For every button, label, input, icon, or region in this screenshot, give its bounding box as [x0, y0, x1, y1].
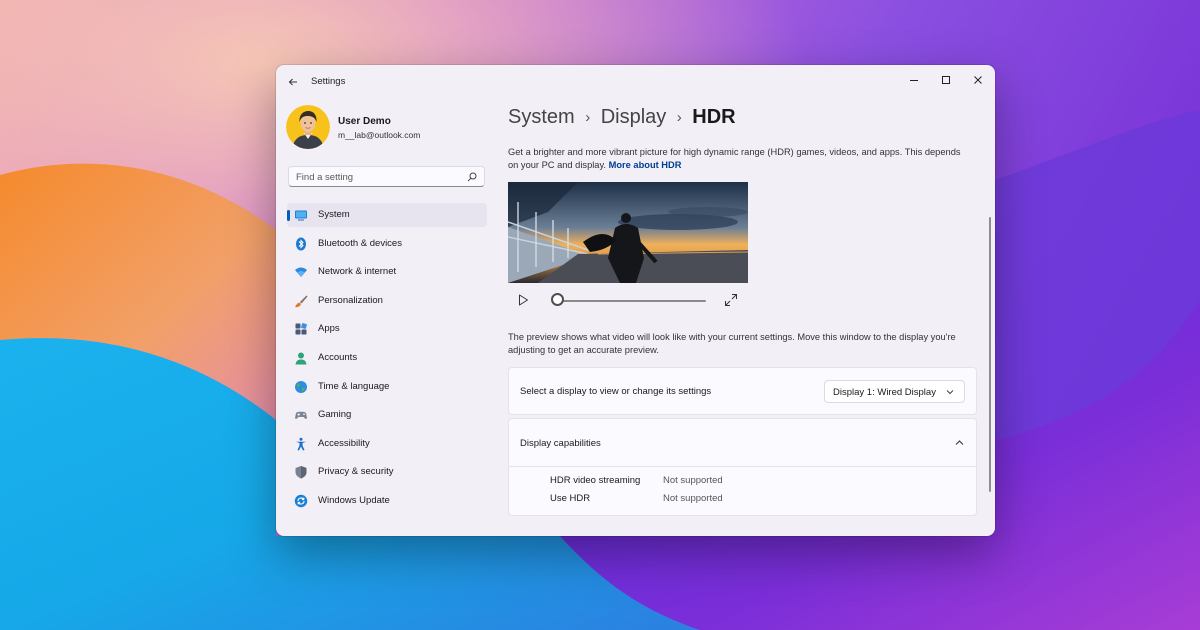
- globe-icon: [295, 380, 307, 393]
- chevron-right-icon: ›: [676, 109, 682, 126]
- bluetooth-icon: [296, 237, 306, 251]
- sidebar-nav: System Bluetooth & devices Network & int…: [287, 203, 487, 518]
- minimize-icon: [910, 80, 918, 81]
- user-avatar-icon: [286, 105, 330, 149]
- display-dropdown[interactable]: Display 1: Wired Display: [824, 380, 965, 403]
- scrollbar[interactable]: [989, 217, 991, 492]
- main-content: System › Display › HDR Get a brighter and mo…: [498, 99, 995, 536]
- sidebar-item-network[interactable]: Network & internet: [287, 260, 487, 284]
- app-title: Settings: [311, 76, 346, 87]
- seek-slider-thumb[interactable]: [551, 293, 564, 306]
- capability-name: HDR video streaming: [550, 475, 641, 486]
- breadcrumb: System › Display › HDR: [508, 106, 736, 136]
- accounts-icon: [295, 352, 307, 365]
- description-text: Get a brighter and more vibrant picture …: [508, 147, 961, 170]
- close-icon: [974, 76, 982, 84]
- search-input[interactable]: Find a setting: [288, 166, 485, 187]
- preview-note: The preview shows what video will look l…: [508, 332, 956, 355]
- chevron-right-icon: ›: [585, 109, 591, 126]
- page-description: Get a brighter and more vibrant picture …: [508, 146, 968, 172]
- capability-value: Not supported: [663, 493, 723, 504]
- sidebar-item-label: Privacy & security: [318, 466, 394, 478]
- system-icon: [295, 210, 307, 221]
- sidebar-item-system[interactable]: System: [287, 203, 487, 227]
- hdr-preview-video[interactable]: [508, 182, 748, 283]
- avatar[interactable]: [286, 105, 330, 149]
- sidebar-item-accounts[interactable]: Accounts: [287, 346, 487, 370]
- more-about-hdr-link[interactable]: More about HDR: [609, 160, 682, 170]
- sidebar-item-label: Time & language: [318, 380, 390, 392]
- sidebar-item-label: Apps: [318, 323, 340, 335]
- search-placeholder: Find a setting: [296, 172, 354, 183]
- sidebar-item-privacy-security[interactable]: Privacy & security: [287, 460, 487, 484]
- sidebar-item-label: Accessibility: [318, 437, 370, 449]
- back-button[interactable]: [284, 73, 302, 91]
- play-icon[interactable]: [516, 293, 530, 307]
- accessibility-icon: [296, 437, 306, 451]
- sidebar-item-label: Personalization: [318, 294, 383, 306]
- user-email: m__lab@outlook.com: [338, 130, 421, 140]
- sidebar: User Demo m__lab@outlook.com Find a sett…: [276, 99, 498, 536]
- fullscreen-icon[interactable]: [724, 293, 738, 307]
- user-name: User Demo: [338, 116, 391, 127]
- breadcrumb-display[interactable]: Display: [601, 106, 667, 128]
- chevron-up-icon: [955, 440, 964, 445]
- wifi-icon: [295, 267, 307, 278]
- shield-icon: [295, 466, 307, 479]
- sidebar-item-label: Accounts: [318, 351, 358, 363]
- sidebar-item-accessibility[interactable]: Accessibility: [287, 432, 487, 456]
- settings-window: Settings User Demo m__lab@outlook.com Fi…: [276, 65, 995, 536]
- sidebar-item-apps[interactable]: Apps: [287, 317, 487, 341]
- sidebar-item-label: Network & internet: [318, 266, 397, 278]
- capability-value: Not supported: [663, 475, 723, 486]
- close-button[interactable]: [962, 69, 994, 91]
- display-capabilities-title: Display capabilities: [520, 438, 601, 449]
- breadcrumb-system[interactable]: System: [508, 106, 575, 128]
- sidebar-item-label: Windows Update: [318, 494, 390, 506]
- sidebar-item-time-language[interactable]: Time & language: [287, 375, 487, 399]
- page-title: HDR: [692, 106, 736, 128]
- maximize-icon: [942, 76, 950, 84]
- sidebar-item-label: System: [318, 209, 350, 220]
- display-dropdown-value: Display 1: Wired Display: [833, 387, 936, 398]
- maximize-button[interactable]: [930, 69, 962, 91]
- update-icon: [294, 494, 308, 508]
- apps-icon: [295, 323, 307, 335]
- sidebar-item-bluetooth[interactable]: Bluetooth & devices: [287, 232, 487, 256]
- display-capabilities-header[interactable]: Display capabilities: [509, 419, 976, 467]
- back-arrow-icon: [288, 78, 297, 86]
- display-capabilities-card: Display capabilities HDR video streaming…: [508, 418, 977, 516]
- sidebar-item-label: Gaming: [318, 409, 352, 421]
- chevron-down-icon: [946, 390, 954, 395]
- minimize-button[interactable]: [898, 69, 930, 91]
- sidebar-item-windows-update[interactable]: Windows Update: [287, 489, 487, 513]
- title-bar: Settings: [276, 65, 995, 99]
- display-select-card: Select a display to view or change its s…: [508, 367, 977, 415]
- sidebar-item-personalization[interactable]: Personalization: [287, 289, 487, 313]
- sidebar-item-label: Bluetooth & devices: [318, 237, 402, 249]
- search-icon: [467, 172, 477, 182]
- capability-name: Use HDR: [550, 493, 591, 504]
- display-select-label: Select a display to view or change its s…: [520, 386, 712, 397]
- sidebar-item-gaming[interactable]: Gaming: [287, 403, 487, 427]
- gamepad-icon: [295, 411, 307, 420]
- brush-icon: [295, 295, 308, 307]
- seek-slider[interactable]: [558, 300, 706, 302]
